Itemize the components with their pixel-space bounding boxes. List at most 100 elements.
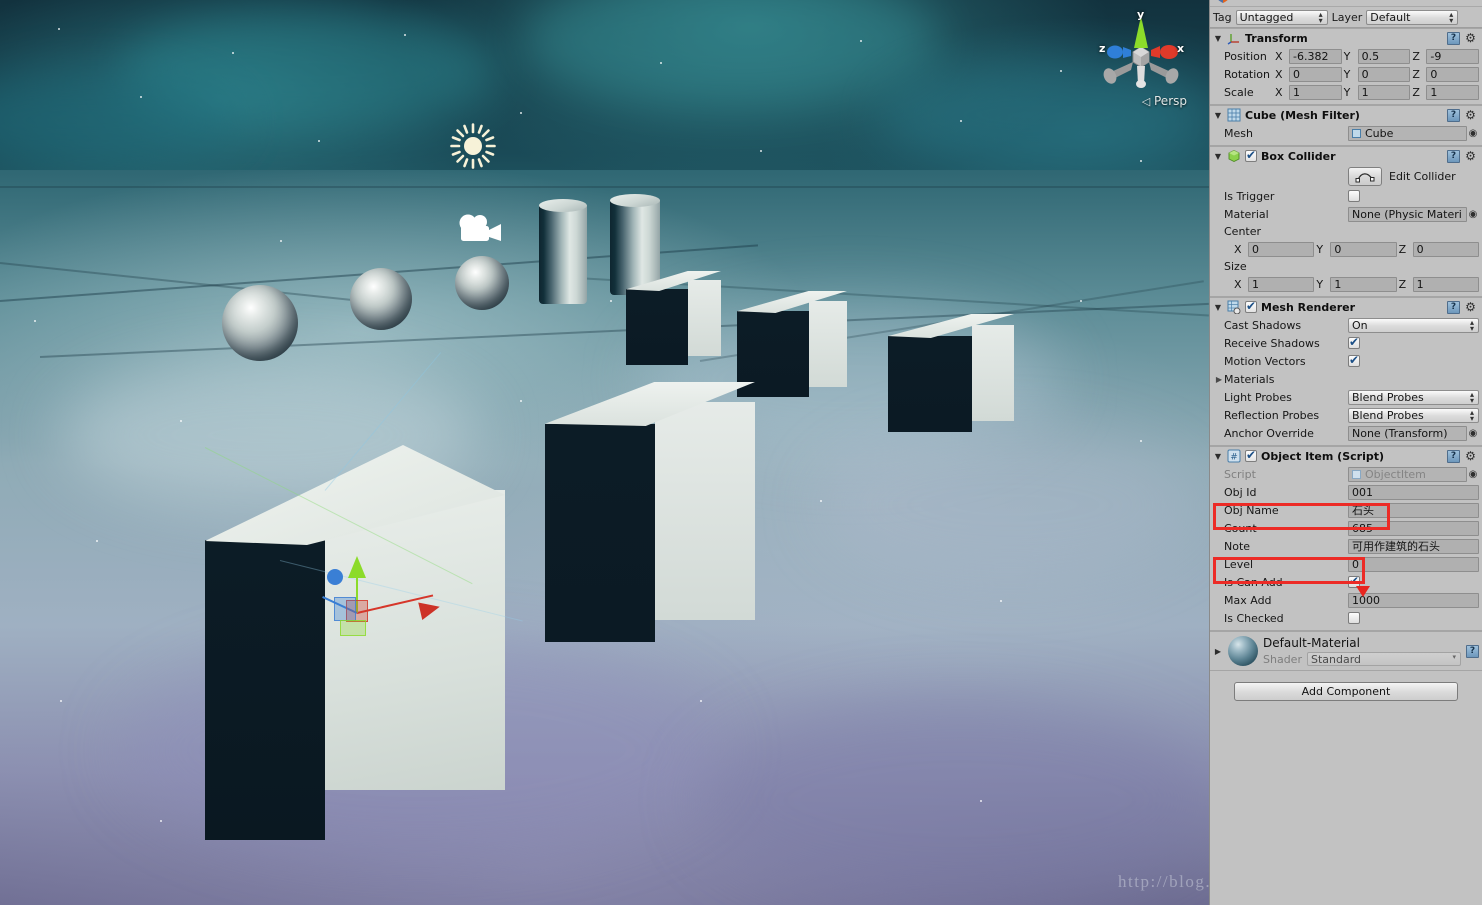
help-icon[interactable]: ? <box>1447 31 1460 45</box>
component-title: Object Item (Script) <box>1261 449 1384 463</box>
component-enabled-checkbox[interactable] <box>1245 299 1257 313</box>
scale-x-field[interactable]: 1 <box>1289 84 1342 100</box>
gear-icon[interactable]: ⚙ <box>1464 300 1477 314</box>
foldout-arrow-icon[interactable]: ▼ <box>1213 111 1223 120</box>
component-header[interactable]: ▼ Cube (Mesh Filter) ? ⚙ <box>1210 106 1482 124</box>
add-component-button[interactable]: Add Component <box>1234 682 1458 701</box>
axis-z-label: Z <box>1412 49 1420 63</box>
position-x-field[interactable]: -6.382 <box>1289 48 1342 64</box>
component-header[interactable]: ▼ # Object Item (Script) ? ⚙ <box>1210 447 1482 465</box>
gizmo-label-z: z <box>1099 42 1106 55</box>
edit-collider-button[interactable] <box>1348 166 1382 186</box>
note-field[interactable]: 可用作建筑的石头 <box>1348 538 1479 554</box>
rotation-y-field[interactable]: 0 <box>1357 66 1411 82</box>
component-tools[interactable]: ? ⚙ <box>1447 449 1479 463</box>
scale-y-field[interactable]: 1 <box>1357 84 1411 100</box>
gizmo-arrow-y[interactable] <box>348 556 366 578</box>
layer-dropdown[interactable]: Default ▴ ▾ <box>1366 9 1459 25</box>
object-picker-icon[interactable]: ◉ <box>1467 469 1479 480</box>
component-enabled-checkbox[interactable] <box>1245 148 1257 162</box>
motion-vectors-checkbox[interactable] <box>1348 353 1360 367</box>
mesh-filter-body: Mesh Cube ◉ <box>1210 124 1482 145</box>
scene-object-sphere[interactable] <box>350 268 412 330</box>
scene-object-cylinder[interactable] <box>539 205 587 304</box>
inspector-panel: Tag Untagged ▴ ▾ Layer Default ▴ ▾ ▼ Tra… <box>1209 0 1482 905</box>
sun-gizmo-icon[interactable] <box>450 123 496 169</box>
foldout-arrow-icon[interactable]: ▼ <box>1213 152 1223 161</box>
scene-object-cylinder[interactable] <box>610 200 660 295</box>
light-probes-dropdown[interactable]: Blend Probes ▴ ▾ <box>1348 389 1479 405</box>
star <box>96 540 98 542</box>
scene-object-cube[interactable] <box>888 314 1014 432</box>
size-x-field[interactable]: 1 <box>1248 276 1315 292</box>
is-checked-checkbox[interactable] <box>1348 612 1360 624</box>
object-picker-icon[interactable]: ◉ <box>1467 209 1479 220</box>
help-icon[interactable]: ? <box>1447 108 1460 122</box>
gear-icon[interactable]: ⚙ <box>1464 31 1477 45</box>
gear-icon[interactable]: ⚙ <box>1464 449 1477 463</box>
tag-dropdown[interactable]: Untagged ▴ ▾ <box>1235 9 1328 25</box>
center-x-field[interactable]: 0 <box>1248 241 1315 257</box>
scene-object-cube[interactable] <box>545 382 755 642</box>
script-field[interactable]: ObjectItem <box>1348 466 1467 482</box>
materials-row[interactable]: ▶ Materials <box>1210 370 1482 388</box>
mesh-field[interactable]: Cube <box>1348 125 1467 141</box>
rotation-x-field[interactable]: 0 <box>1289 66 1342 82</box>
scene-object-sphere[interactable] <box>222 285 298 361</box>
material-row[interactable]: ▶ Default-Material Shader Standard ▾ ? <box>1210 632 1482 670</box>
gear-icon[interactable]: ⚙ <box>1464 149 1477 163</box>
component-tools[interactable]: ? ⚙ <box>1447 300 1479 314</box>
foldout-arrow-icon[interactable]: ▶ <box>1214 375 1224 384</box>
receive-shadows-checkbox[interactable] <box>1348 335 1360 349</box>
size-y-field[interactable]: 1 <box>1330 276 1397 292</box>
gizmo-plane-yz[interactable] <box>334 597 356 621</box>
position-y-field[interactable]: 0.5 <box>1357 48 1411 64</box>
scene-view[interactable]: y x z ◁ Persp http://blog.csdn.net/baidu… <box>0 0 1209 905</box>
reflection-probes-dropdown[interactable]: Blend Probes ▴ ▾ <box>1348 407 1479 423</box>
help-icon[interactable]: ? <box>1447 300 1460 314</box>
level-field[interactable]: 0 <box>1348 556 1479 572</box>
scene-object-cube[interactable] <box>626 271 721 365</box>
component-enabled-checkbox[interactable] <box>1245 448 1257 462</box>
projection-mode-label[interactable]: ◁ Persp <box>1142 94 1187 108</box>
size-label: Size <box>1224 260 1247 273</box>
object-picker-icon[interactable]: ◉ <box>1467 428 1479 439</box>
mesh-row: Mesh Cube ◉ <box>1210 124 1482 142</box>
foldout-arrow-icon[interactable]: ▼ <box>1213 303 1223 312</box>
center-z-field[interactable]: 0 <box>1412 241 1479 257</box>
anchor-override-field[interactable]: None (Transform) <box>1348 425 1467 441</box>
is-trigger-checkbox[interactable] <box>1348 190 1360 202</box>
gear-icon[interactable]: ⚙ <box>1464 108 1477 122</box>
component-tools[interactable]: ? ⚙ <box>1447 149 1479 163</box>
component-tools[interactable]: ? ⚙ <box>1447 108 1479 122</box>
position-z-field[interactable]: -9 <box>1426 48 1480 64</box>
note-row: Note 可用作建筑的石头 <box>1210 537 1482 555</box>
obj-name-field[interactable]: 石头 <box>1348 502 1479 518</box>
help-icon[interactable]: ? <box>1447 449 1460 463</box>
component-header[interactable]: ▼ Mesh Renderer ? ⚙ <box>1210 298 1482 316</box>
foldout-arrow-icon[interactable]: ▶ <box>1213 647 1223 656</box>
size-z-field[interactable]: 1 <box>1412 276 1479 292</box>
tag-value: Untagged <box>1239 10 1294 24</box>
obj-id-field[interactable]: 001 <box>1348 484 1479 500</box>
camera-gizmo-icon[interactable] <box>455 211 503 245</box>
cast-shadows-dropdown[interactable]: On ▴ ▾ <box>1348 317 1479 333</box>
component-header[interactable]: ▼ Transform ? ⚙ <box>1210 29 1482 47</box>
component-tools[interactable]: ? ⚙ <box>1447 31 1479 45</box>
gizmo-handle-z[interactable] <box>327 569 343 585</box>
center-y-field[interactable]: 0 <box>1330 241 1397 257</box>
gizmo-plane-xz[interactable] <box>340 620 366 636</box>
count-field[interactable]: 685 <box>1348 520 1479 536</box>
object-picker-icon[interactable]: ◉ <box>1467 128 1479 139</box>
scale-z-field[interactable]: 1 <box>1426 84 1480 100</box>
rotation-z-field[interactable]: 0 <box>1426 66 1480 82</box>
foldout-arrow-icon[interactable]: ▼ <box>1213 34 1223 43</box>
help-icon[interactable]: ? <box>1466 644 1479 658</box>
help-icon[interactable]: ? <box>1447 149 1460 163</box>
shader-dropdown[interactable]: Standard ▾ <box>1306 652 1461 666</box>
collider-material-field[interactable]: None (Physic Materi <box>1348 206 1467 222</box>
scene-object-sphere[interactable] <box>455 256 509 310</box>
foldout-arrow-icon[interactable]: ▼ <box>1213 452 1223 461</box>
component-header[interactable]: ▼ Box Collider ? ⚙ <box>1210 147 1482 165</box>
selected-object-cube[interactable] <box>205 445 505 840</box>
